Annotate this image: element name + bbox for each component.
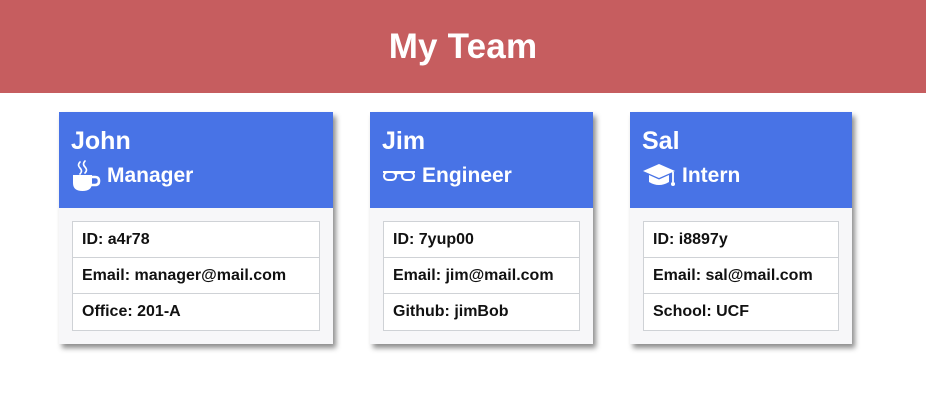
detail-id: ID: i8897y [644, 222, 838, 258]
detail-github: Github: jimBob [393, 303, 509, 320]
detail-list: ID: i8897y Email: sal@mail.com School: U… [643, 221, 839, 331]
detail-email: Email: jim@mail.com [384, 258, 579, 294]
graduation-cap-icon [642, 162, 676, 190]
card-header: Sal Intern [630, 112, 852, 208]
role-label: Manager [107, 164, 194, 187]
glasses-icon [382, 168, 416, 184]
detail-office: Office: 201-A [82, 303, 181, 320]
employee-role: Engineer [382, 160, 593, 192]
page-header: My Team [0, 0, 926, 93]
employee-card-intern: Sal Intern ID: i8897y Email: sal@mail.co… [630, 112, 852, 344]
detail-id: ID: a4r78 [73, 222, 319, 258]
card-body: ID: i8897y Email: sal@mail.com School: U… [630, 208, 852, 331]
detail-list: ID: a4r78 Email: manager@mail.com Office… [72, 221, 320, 331]
detail-list: ID: 7yup00 Email: jim@mail.com Github: j… [383, 221, 580, 331]
employee-name: Jim [382, 127, 426, 155]
detail-email: Email: manager@mail.com [73, 258, 319, 294]
employee-card-manager: John Manager ID: a4r78 Email: manager@ma… [59, 112, 333, 344]
employee-name: Sal [642, 127, 680, 155]
card-header: John Manager [59, 112, 333, 208]
detail-email: Email: sal@mail.com [644, 258, 838, 294]
coffee-mug-icon [71, 160, 101, 192]
employee-role: Manager [71, 160, 333, 192]
card-header: Jim Engineer [370, 112, 593, 208]
detail-id: ID: 7yup00 [384, 222, 579, 258]
detail-school: School: UCF [653, 303, 749, 320]
employee-card-engineer: Jim Engineer ID: 7yup00 Email: jim@mail.… [370, 112, 593, 344]
card-body: ID: a4r78 Email: manager@mail.com Office… [59, 208, 333, 331]
employee-role: Intern [642, 160, 852, 192]
role-label: Engineer [422, 164, 512, 187]
page-title: My Team [388, 26, 538, 66]
card-body: ID: 7yup00 Email: jim@mail.com Github: j… [370, 208, 593, 331]
role-label: Intern [682, 164, 741, 187]
employee-name: John [71, 127, 131, 155]
